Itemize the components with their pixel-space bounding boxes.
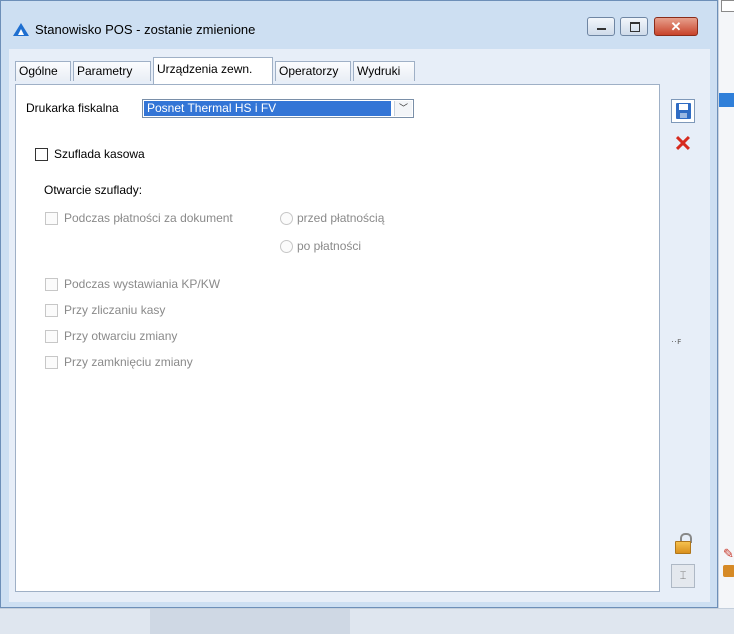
background-selected-row — [719, 93, 734, 107]
kp-kw-checkbox[interactable] — [45, 278, 58, 291]
pin-icon: ⌶ — [679, 570, 687, 582]
maximize-button[interactable] — [620, 17, 648, 36]
unlock-button[interactable] — [671, 531, 695, 555]
tab-operators[interactable]: Operatorzy — [275, 61, 351, 81]
window-title: Stanowisko POS - zostanie zmienione — [35, 22, 256, 37]
fiscal-printer-value: Posnet Thermal HS i FV — [144, 101, 391, 116]
background-pencil-icon: ✎ — [723, 546, 734, 561]
fiscal-printer-label: Drukarka fiskalna — [26, 101, 119, 115]
pin-button[interactable]: ⌶ — [671, 564, 695, 588]
background-app-bottom — [0, 608, 734, 634]
close-icon: ✕ — [670, 19, 682, 34]
during-payment-checkbox[interactable] — [45, 212, 58, 225]
cash-drawer-checkbox[interactable] — [35, 148, 48, 161]
pos-station-dialog: Stanowisko POS - zostanie zmienione ✕ Og… — [0, 0, 718, 608]
cancel-button[interactable]: ✕ — [671, 133, 695, 157]
tab-general[interactable]: Ogólne — [15, 61, 71, 81]
before-payment-radio[interactable] — [280, 212, 293, 225]
drawer-opening-section-label: Otwarcie szuflady: — [44, 183, 143, 197]
kp-kw-label: Podczas wystawiania KP/KW — [64, 277, 221, 291]
background-trash-icon — [723, 565, 734, 577]
cash-count-label: Przy zliczaniu kasy — [64, 303, 166, 317]
close-x-icon: ✕ — [673, 131, 693, 156]
tab-external-devices[interactable]: Urządzenia zewn. — [153, 57, 273, 84]
title-bar[interactable]: Stanowisko POS - zostanie zmienione ✕ — [1, 1, 717, 41]
dialog-body: Ogólne Parametry Urządzenia zewn. Operat… — [9, 49, 710, 602]
background-button — [721, 0, 734, 12]
during-payment-label: Podczas płatności za dokument — [64, 211, 233, 225]
close-button[interactable]: ✕ — [654, 17, 698, 36]
minimize-button[interactable] — [587, 17, 615, 36]
shift-open-checkbox[interactable] — [45, 330, 58, 343]
save-button[interactable] — [671, 99, 695, 123]
shift-close-checkbox[interactable] — [45, 356, 58, 369]
tab-printouts[interactable]: Wydruki — [353, 61, 415, 81]
after-payment-label: po płatności — [297, 239, 362, 253]
fiscal-printer-select[interactable]: Posnet Thermal HS i FV ﹀ — [142, 99, 414, 118]
shift-open-label: Przy otwarciu zmiany — [64, 329, 178, 343]
minimize-icon — [597, 28, 606, 30]
app-logo-icon — [13, 23, 29, 36]
background-app-edge: ✎ — [718, 0, 734, 633]
chevron-down-icon[interactable]: ﹀ — [394, 101, 412, 116]
cash-count-checkbox[interactable] — [45, 304, 58, 317]
tab-parameters[interactable]: Parametry — [73, 61, 151, 81]
tab-panel: Drukarka fiskalna Posnet Thermal HS i FV… — [15, 84, 660, 592]
maximize-icon — [630, 22, 640, 32]
splitter-handle[interactable]: ··ꜰ — [671, 336, 681, 347]
cash-drawer-label: Szuflada kasowa — [54, 147, 145, 161]
before-payment-label: przed płatnością — [297, 211, 385, 225]
after-payment-radio[interactable] — [280, 240, 293, 253]
floppy-disk-icon — [676, 103, 691, 119]
shift-close-label: Przy zamknięciu zmiany — [64, 355, 193, 369]
